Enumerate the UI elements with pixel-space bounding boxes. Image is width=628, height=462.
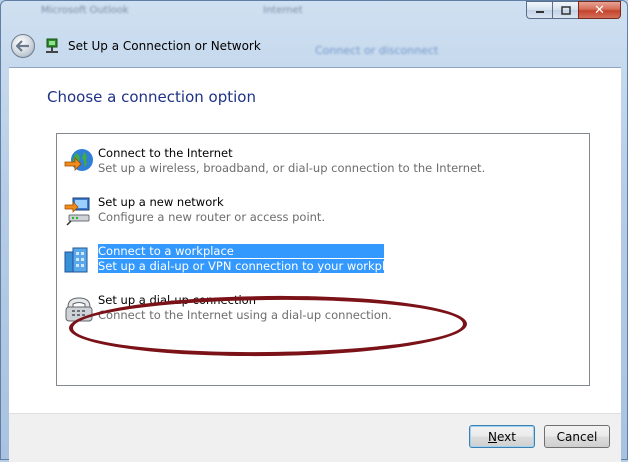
option-connect-workplace[interactable]: Connect to a workplace Set up a dial-up …	[63, 242, 583, 276]
maximize-icon	[560, 5, 571, 15]
close-icon: ✕	[594, 2, 605, 18]
dialog-header: Set Up a Connection or Network	[9, 31, 619, 61]
dialog-content: Choose a connection option Connect to th…	[9, 67, 621, 462]
workplace-building-icon	[64, 247, 88, 273]
window-frame: Microsoft Outlook Internet Connect or di…	[0, 0, 628, 462]
network-setup-icon	[46, 38, 58, 53]
dialog-footer: Next Cancel	[9, 413, 621, 462]
background-tab-2: Internet	[263, 5, 303, 16]
option-title: Connect to a workplace	[98, 244, 384, 258]
minimize-button[interactable]	[526, 1, 552, 19]
option-title: Connect to the Internet	[98, 146, 233, 160]
cancel-button[interactable]: Cancel	[544, 425, 610, 448]
option-description: Configure a new router or access point.	[98, 210, 326, 224]
back-arrow-icon	[16, 40, 29, 52]
option-description: Set up a dial-up or VPN connection to yo…	[98, 259, 410, 273]
option-new-network[interactable]: Set up a new network Configure a new rou…	[63, 193, 583, 227]
back-button[interactable]	[11, 34, 35, 58]
next-button[interactable]: Next	[469, 425, 535, 448]
globe-internet-icon	[64, 149, 93, 171]
window-controls: ✕	[526, 1, 621, 19]
network-computer-icon	[64, 197, 90, 226]
maximize-button[interactable]	[552, 1, 578, 19]
option-connect-internet[interactable]: Connect to the Internet Set up a wireles…	[63, 144, 583, 178]
minimize-icon	[535, 11, 544, 13]
next-label: ext	[497, 429, 516, 444]
close-button[interactable]: ✕	[578, 1, 621, 19]
dialog-title: Set Up a Connection or Network	[68, 39, 261, 53]
option-description: Set up a wireless, broadband, or dial-up…	[98, 161, 486, 175]
background-tab-1: Microsoft Outlook	[41, 5, 129, 16]
next-accelerator: N	[488, 429, 497, 444]
connection-options-list: Connect to the Internet Set up a wireles…	[56, 133, 590, 386]
page-heading: Choose a connection option	[47, 88, 256, 106]
option-title: Set up a new network	[98, 195, 224, 209]
